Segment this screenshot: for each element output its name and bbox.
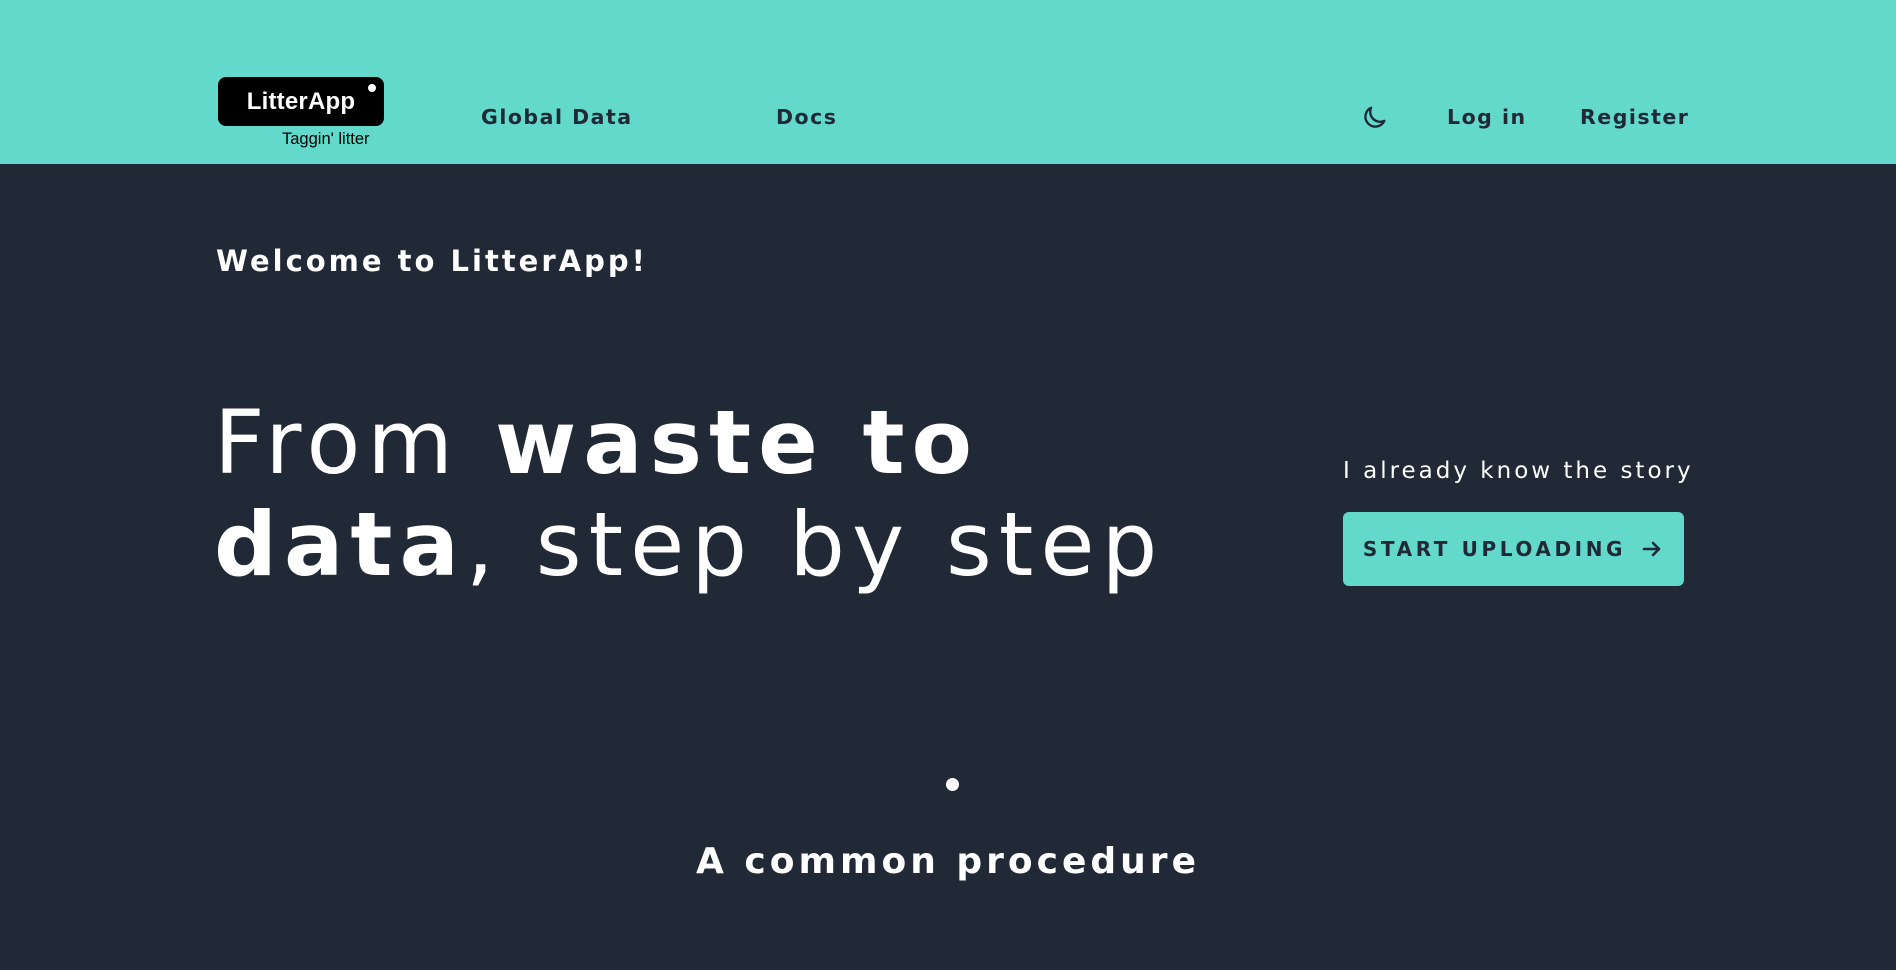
scroll-dot-indicator [946, 778, 959, 791]
headline-part-from: From [214, 391, 495, 494]
common-procedure-heading: A common procedure [696, 841, 1200, 882]
dark-mode-toggle[interactable] [1361, 103, 1389, 131]
logo-wordmark: LitterApp [218, 77, 384, 126]
arrow-right-icon [1642, 541, 1661, 557]
start-uploading-label: START UPLOADING [1362, 537, 1627, 561]
logo-tagline: Taggin' litter [282, 130, 370, 148]
login-link[interactable]: Log in [1447, 103, 1527, 131]
logo-dot [368, 84, 376, 92]
already-know-story-link[interactable]: I already know the story [1343, 456, 1694, 486]
register-link[interactable]: Register [1580, 103, 1689, 131]
hero-headline: From waste to data, step by step [214, 392, 1194, 596]
start-uploading-button[interactable]: START UPLOADING [1343, 512, 1684, 586]
litterapp-logo[interactable]: LitterApp Taggin' litter [218, 77, 384, 151]
nav-docs-link[interactable]: Docs [776, 103, 837, 131]
headline-part-step-by-step: , step by step [465, 493, 1165, 596]
headline-part-waste-to: waste to [495, 391, 979, 494]
headline-part-data: data [214, 493, 466, 596]
top-navigation-bar: LitterApp Taggin' litter Global Data Doc… [0, 0, 1896, 164]
welcome-heading: Welcome to LitterApp! [216, 244, 648, 278]
moon-icon [1364, 106, 1386, 128]
nav-global-data-link[interactable]: Global Data [481, 103, 633, 131]
